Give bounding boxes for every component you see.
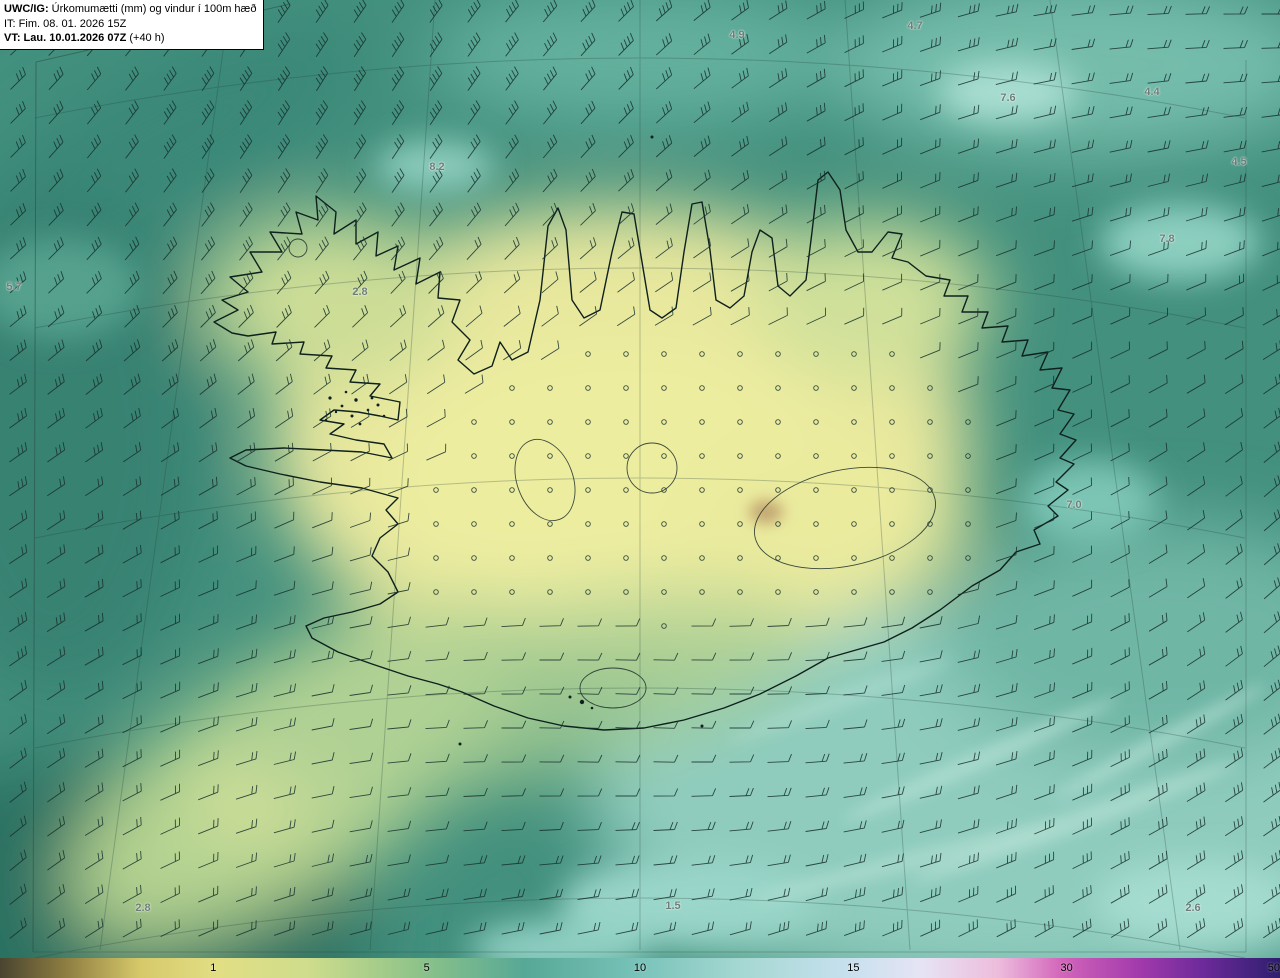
colorbar: 1 5 10 15 30 50: [0, 958, 1280, 978]
model-label: UWC/IG:: [4, 3, 49, 15]
colorbar-tick-label: 50: [1267, 962, 1280, 974]
product-description: Úrkomumætti (mm) og vindur í 100m hæð: [48, 3, 257, 15]
title-line-init-time: IT: Fim. 08. 01. 2026 15Z: [4, 17, 127, 30]
colorbar-tick-labels: 1 5 10 15 30 50: [0, 958, 1280, 978]
precipitation-wind-map: [0, 0, 1280, 978]
colorbar-tick-label: 15: [847, 962, 860, 974]
valid-offset-label: (+40 h): [126, 32, 165, 45]
title-line-description: UWC/IG: Úrkomumætti (mm) og vindur í 100…: [4, 2, 256, 17]
colorbar-tick-label: 5: [423, 962, 430, 974]
title-line-valid-time: VT: Lau. 10.01.2026 07Z (+40 h): [4, 31, 256, 46]
weather-map-page: { "title_box": { "model": "UWC/IG:", "de…: [0, 0, 1280, 978]
title-box: UWC/IG: Úrkomumætti (mm) og vindur í 100…: [0, 0, 265, 50]
valid-time-label: VT: Lau. 10.01.2026 07Z: [4, 32, 127, 45]
colorbar-tick-label: 1: [210, 962, 217, 974]
colorbar-tick-label: 10: [633, 962, 647, 974]
colorbar-tick-label: 30: [1060, 962, 1073, 974]
